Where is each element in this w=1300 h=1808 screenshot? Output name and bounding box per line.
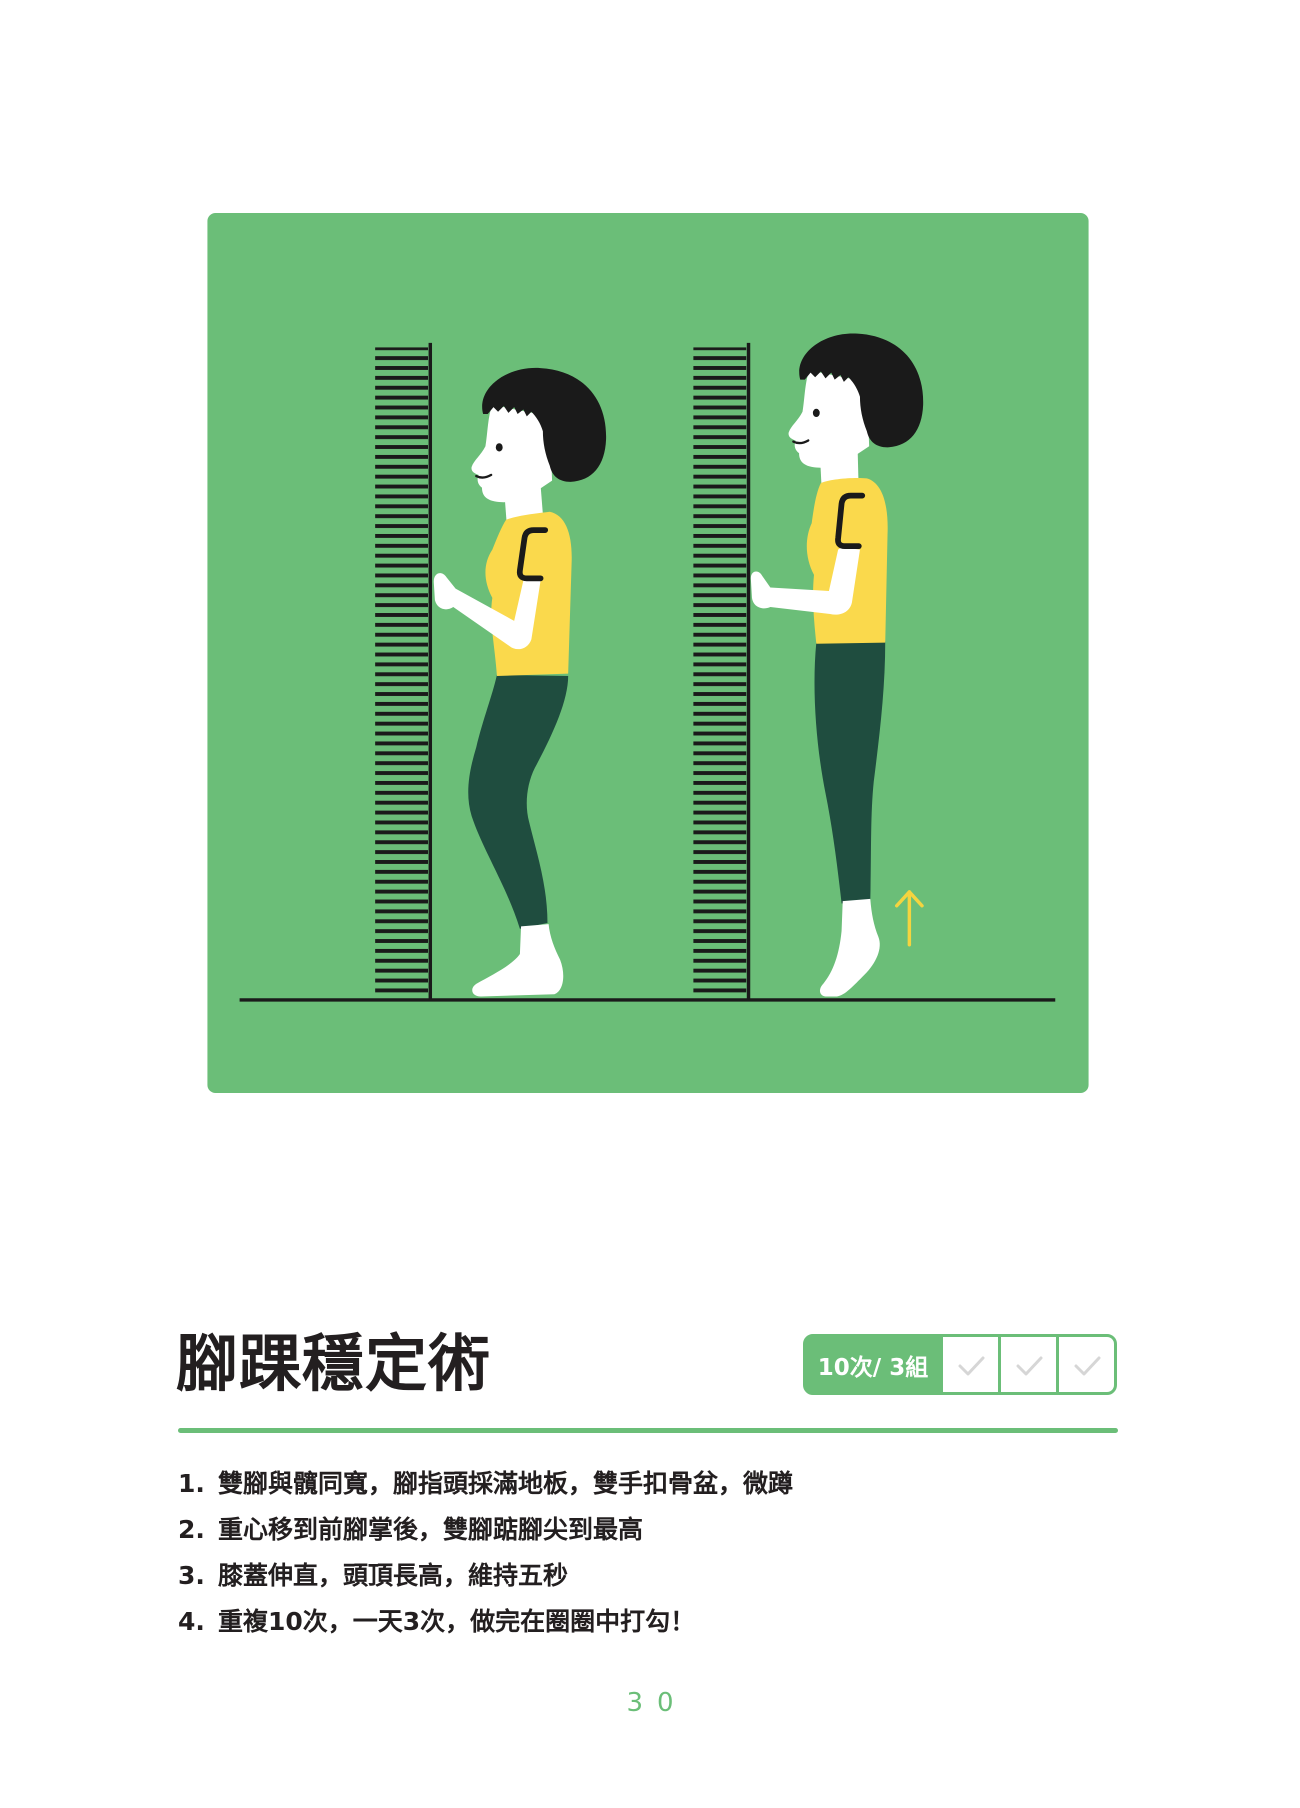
step-number: 4. [178, 1607, 205, 1636]
section-divider [178, 1428, 1118, 1433]
step-number: 3. [178, 1561, 205, 1590]
check-icon [958, 1356, 984, 1375]
step-number: 1. [178, 1469, 205, 1498]
check-icon [1074, 1356, 1100, 1375]
instruction-step: 2. 重心移到前腳掌後，雙腳踮腳尖到最高 [178, 1512, 793, 1558]
check-box-3 [1059, 1337, 1114, 1392]
check-box-1 [943, 1337, 998, 1392]
instruction-step: 4. 重複10次，一天3次，做完在圈圈中打勾！ [178, 1604, 793, 1650]
check-icon [1016, 1356, 1042, 1375]
step-text: 膝蓋伸直，頭頂長高，維持五秒 [218, 1561, 569, 1590]
exercise-title: 腳踝穩定術 [176, 1327, 492, 1400]
check-box-2 [1001, 1337, 1056, 1392]
step-number: 2. [178, 1515, 205, 1544]
instruction-step: 1. 雙腳與髖同寬，腳指頭採滿地板，雙手扣骨盆，微蹲 [178, 1466, 793, 1512]
ruler-ticks [375, 347, 428, 994]
reps-sets-label: 10次/ 3組 [817, 1354, 929, 1381]
step-text: 重複10次，一天3次，做完在圈圈中打勾！ [218, 1607, 696, 1636]
illustration-background [207, 213, 1089, 1093]
page-number: 30 [626, 1688, 688, 1718]
ruler-ticks [693, 347, 747, 994]
wall-ruler-right [693, 342, 751, 1000]
step-text: 重心移到前腳掌後，雙腳踮腳尖到最高 [218, 1515, 644, 1544]
exercise-illustration [207, 213, 1089, 1093]
wall-ruler-left [375, 342, 433, 1000]
step-text: 雙腳與髖同寬，腳指頭採滿地板，雙手扣骨盆，微蹲 [218, 1469, 794, 1498]
instruction-list: 1. 雙腳與髖同寬，腳指頭採滿地板，雙手扣骨盆，微蹲 2. 重心移到前腳掌後，雙… [178, 1466, 793, 1650]
instruction-step: 3. 膝蓋伸直，頭頂長高，維持五秒 [178, 1558, 793, 1604]
reps-sets-badge: 10次/ 3組 [803, 1334, 1117, 1395]
